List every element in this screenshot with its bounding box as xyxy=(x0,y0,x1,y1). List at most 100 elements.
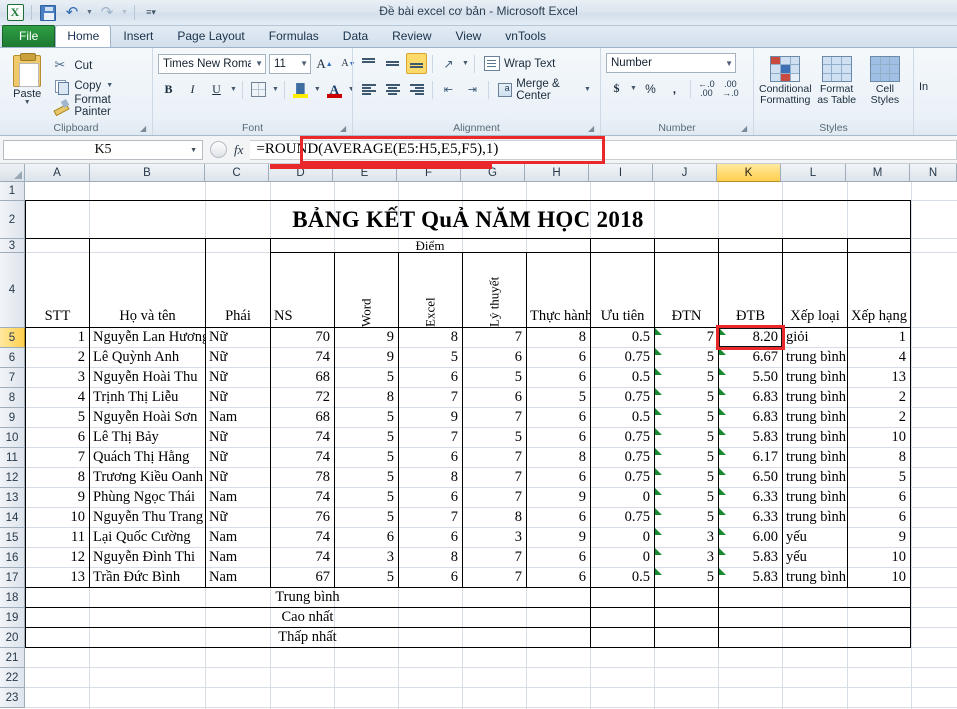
tab-page-layout[interactable]: Page Layout xyxy=(165,25,256,47)
cell-word-row-6[interactable]: 5 xyxy=(335,428,398,447)
cell-phai-row-8[interactable]: Nữ xyxy=(206,468,270,487)
italic-button[interactable]: I xyxy=(182,79,203,100)
cell-ly-thuyet-row-7[interactable]: 7 xyxy=(463,448,526,467)
cell-ho-va-ten-row-3[interactable]: Nguyễn Hoài Thu xyxy=(90,368,205,387)
tab-insert[interactable]: Insert xyxy=(111,25,165,47)
tab-formulas[interactable]: Formulas xyxy=(257,25,331,47)
fill-color-button[interactable]: █ xyxy=(290,79,311,100)
cell-excel-row-3[interactable]: 6 xyxy=(399,368,462,387)
error-indicator-icon[interactable] xyxy=(719,428,726,435)
cell-xep-hang-row-12[interactable]: 10 xyxy=(848,548,910,567)
cell-uu-tien-row-4[interactable]: 0.75 xyxy=(591,388,654,407)
cell-excel-row-1[interactable]: 8 xyxy=(399,328,462,347)
cell-ho-va-ten-row-2[interactable]: Lê Quỳnh Anh xyxy=(90,348,205,367)
cell-uu-tien-row-11[interactable]: 0 xyxy=(591,528,654,547)
cell-stt-row-12[interactable]: 12 xyxy=(26,548,89,567)
cell-dtb-row-2[interactable]: 6.67 xyxy=(719,348,782,367)
cell-ns-row-3[interactable]: 68 xyxy=(271,368,334,387)
cell-dtn-row-13[interactable]: 5 xyxy=(655,568,718,587)
cell-ns-row-1[interactable]: 70 xyxy=(271,328,334,347)
cell-phai-row-1[interactable]: Nữ xyxy=(206,328,270,347)
cell-dtb-row-6[interactable]: 5.83 xyxy=(719,428,782,447)
cell-uu-tien-row-7[interactable]: 0.75 xyxy=(591,448,654,467)
spreadsheet[interactable]: A B C D E F G H I J K L M N 1 2 3 4 5 6 … xyxy=(0,164,957,709)
cell-xep-hang-row-2[interactable]: 4 xyxy=(848,348,910,367)
cell-xep-hang-row-5[interactable]: 2 xyxy=(848,408,910,427)
cell-xep-hang-row-9[interactable]: 6 xyxy=(848,488,910,507)
align-middle-button[interactable] xyxy=(382,53,403,74)
error-indicator-icon[interactable] xyxy=(655,388,662,395)
copy-dropdown-icon[interactable]: ▼ xyxy=(106,82,113,89)
cell-xep-loai-row-1[interactable]: giỏi xyxy=(783,328,847,347)
currency-dropdown-icon[interactable]: ▼ xyxy=(630,85,637,92)
orientation-button[interactable]: ↗ xyxy=(438,53,459,74)
cell-stt-row-5[interactable]: 5 xyxy=(26,408,89,427)
copy-button[interactable]: Copy ▼ xyxy=(53,77,147,95)
fill-color-dropdown-icon[interactable]: ▼ xyxy=(314,86,321,93)
row-header-13[interactable]: 13 xyxy=(0,488,25,508)
cell-uu-tien-row-13[interactable]: 0.5 xyxy=(591,568,654,587)
cell-ly-thuyet-row-1[interactable]: 7 xyxy=(463,328,526,347)
cell-ly-thuyet-row-5[interactable]: 7 xyxy=(463,408,526,427)
cell-dtn-row-10[interactable]: 5 xyxy=(655,508,718,527)
error-indicator-icon[interactable] xyxy=(719,488,726,495)
bold-button[interactable]: B xyxy=(158,79,179,100)
column-header-c[interactable]: C xyxy=(205,164,269,182)
cell-thuc-hanh-row-13[interactable]: 6 xyxy=(527,568,590,587)
cell-thuc-hanh-row-2[interactable]: 6 xyxy=(527,348,590,367)
row-header-column[interactable]: 1 2 3 4 5 6 7 8 9 10 11 12 13 14 15 16 1… xyxy=(0,182,25,708)
cell-excel-row-7[interactable]: 6 xyxy=(399,448,462,467)
row-header-17[interactable]: 17 xyxy=(0,568,25,588)
align-top-button[interactable] xyxy=(358,53,379,74)
cell-ho-va-ten-row-4[interactable]: Trịnh Thị Liễu xyxy=(90,388,205,407)
cell-stt-row-6[interactable]: 6 xyxy=(26,428,89,447)
cell-phai-row-3[interactable]: Nữ xyxy=(206,368,270,387)
row-header-12[interactable]: 12 xyxy=(0,468,25,488)
cell-word-row-8[interactable]: 5 xyxy=(335,468,398,487)
cell-stt-row-3[interactable]: 3 xyxy=(26,368,89,387)
cell-ns-row-10[interactable]: 76 xyxy=(271,508,334,527)
cell-phai-row-4[interactable]: Nữ xyxy=(206,388,270,407)
cell-xep-loai-row-11[interactable]: yếu xyxy=(783,528,847,547)
row-header-23[interactable]: 23 xyxy=(0,688,25,708)
cell-xep-loai-row-2[interactable]: trung bình xyxy=(783,348,847,367)
decrease-indent-button[interactable]: ⇤ xyxy=(438,79,459,100)
cell-dtn-row-9[interactable]: 5 xyxy=(655,488,718,507)
cell-stt-row-9[interactable]: 9 xyxy=(26,488,89,507)
underline-button[interactable]: U xyxy=(206,79,227,100)
row-header-19[interactable]: 19 xyxy=(0,608,25,628)
error-indicator-icon[interactable] xyxy=(719,528,726,535)
cell-dtb-row-10[interactable]: 6.33 xyxy=(719,508,782,527)
cell-ns-row-8[interactable]: 78 xyxy=(271,468,334,487)
cell-excel-row-9[interactable]: 6 xyxy=(399,488,462,507)
cell-excel-row-11[interactable]: 6 xyxy=(399,528,462,547)
alignment-dialog-launcher[interactable]: ◢ xyxy=(588,124,597,133)
align-left-button[interactable] xyxy=(358,79,379,100)
row-header-5[interactable]: 5 xyxy=(0,328,25,348)
cell-dtn-row-12[interactable]: 3 xyxy=(655,548,718,567)
error-indicator-icon[interactable] xyxy=(655,448,662,455)
cell-word-row-12[interactable]: 3 xyxy=(335,548,398,567)
merge-center-button[interactable]: Merge & Center ▼ xyxy=(494,78,595,102)
error-indicator-icon[interactable] xyxy=(655,548,662,555)
cell-dtb-row-4[interactable]: 6.83 xyxy=(719,388,782,407)
error-indicator-icon[interactable] xyxy=(655,428,662,435)
tab-view[interactable]: View xyxy=(444,25,494,47)
cell-ns-row-2[interactable]: 74 xyxy=(271,348,334,367)
error-indicator-icon[interactable] xyxy=(719,348,726,355)
column-header-k[interactable]: K xyxy=(717,164,781,182)
row-header-3[interactable]: 3 xyxy=(0,239,25,253)
number-format-select[interactable]: Number ▼ xyxy=(606,53,736,73)
merge-center-dropdown-icon[interactable]: ▼ xyxy=(584,86,591,93)
row-header-10[interactable]: 10 xyxy=(0,428,25,448)
row-header-9[interactable]: 9 xyxy=(0,408,25,428)
cell-thuc-hanh-row-3[interactable]: 6 xyxy=(527,368,590,387)
cell-uu-tien-row-5[interactable]: 0.5 xyxy=(591,408,654,427)
cell-phai-row-6[interactable]: Nữ xyxy=(206,428,270,447)
cell-ho-va-ten-row-11[interactable]: Lại Quốc Cường xyxy=(90,528,205,547)
cell-excel-row-2[interactable]: 5 xyxy=(399,348,462,367)
column-header-m[interactable]: M xyxy=(846,164,910,182)
cell-phai-row-10[interactable]: Nữ xyxy=(206,508,270,527)
cell-excel-row-6[interactable]: 7 xyxy=(399,428,462,447)
cell-dtn-row-7[interactable]: 5 xyxy=(655,448,718,467)
